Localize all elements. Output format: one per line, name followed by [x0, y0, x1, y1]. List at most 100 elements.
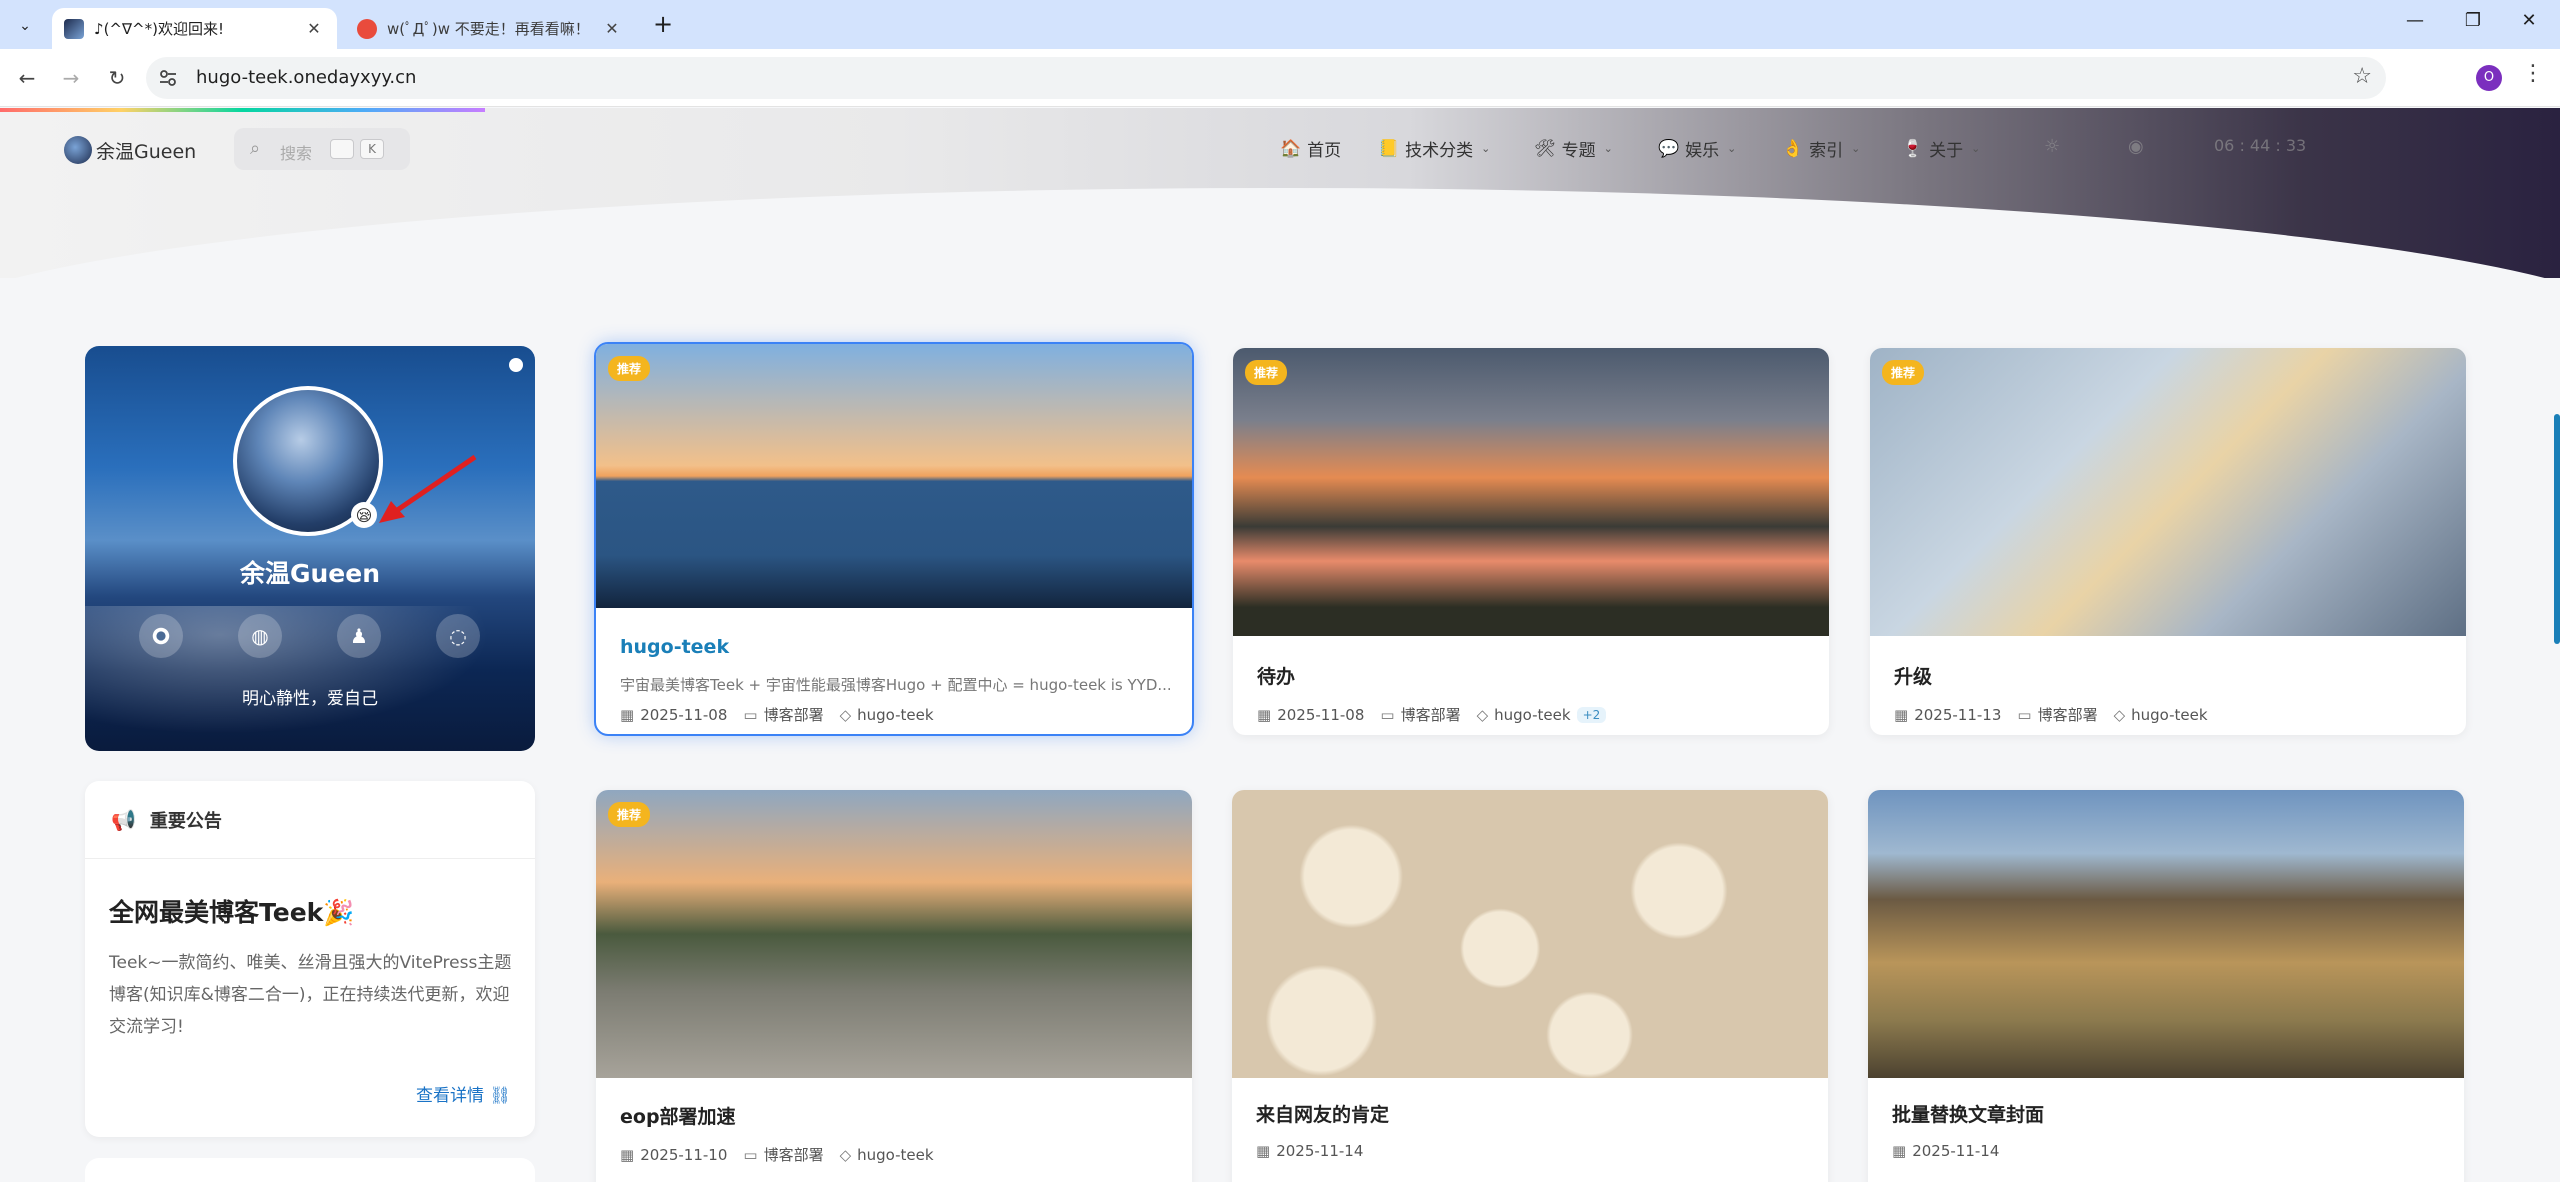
post-title[interactable]: 来自网友的肯定 [1256, 1100, 1389, 1127]
address-bar: ← → ↻ hugo-teek.onedayxyy.cn ☆ O ⋮ [0, 49, 2560, 107]
github-icon[interactable] [139, 614, 183, 658]
announcement-body: Teek~一款简约、唯美、丝滑且强大的VitePress主题博客(知识库&博客二… [109, 953, 512, 1037]
nav-item-about[interactable]: 🍷 关于 ⌄ [1902, 136, 1980, 162]
post-category[interactable]: 博客部署 [1401, 704, 1461, 725]
restore-icon[interactable]: ❐ [2450, 10, 2496, 31]
nav-item-fun[interactable]: 💬 娱乐 ⌄ [1658, 136, 1736, 162]
chevron-down-icon: ⌄ [1481, 142, 1491, 155]
dribbble-icon[interactable]: ◍ [238, 614, 282, 658]
browser-menu-icon[interactable]: ⋮ [2522, 61, 2544, 86]
post-excerpt: 宇宙最美博客Teek + 宇宙性能最强博客Hugo + 配置中心 = hugo-… [620, 676, 1170, 694]
profile-name: 余温Gueen [239, 559, 381, 588]
post-tag[interactable]: hugo-teek [857, 1146, 933, 1164]
site-logo[interactable]: 余温Gueen [64, 136, 196, 164]
post-card[interactable]: 推荐 hugo-teek 宇宙最美博客Teek + 宇宙性能最强博客Hugo +… [594, 342, 1194, 736]
calendar-icon: ▦ [1256, 1142, 1271, 1160]
scrollbar-thumb[interactable] [2554, 414, 2560, 644]
tag-icon: ◇ [839, 705, 852, 724]
close-tab-icon[interactable]: ✕ [303, 18, 325, 40]
post-title[interactable]: 批量替换文章封面 [1892, 1100, 2044, 1127]
profile-avatar[interactable]: O [2476, 65, 2502, 91]
post-card[interactable]: 推荐 升级 ▦ 2025-11-13 ▭ 博客部署 ◇ hugo-teek [1870, 348, 2466, 735]
bookmark-star-icon[interactable]: ☆ [2352, 64, 2372, 89]
ok-hand-icon: 👌 [1782, 138, 1804, 159]
post-tag[interactable]: hugo-teek [857, 706, 933, 724]
post-date: 2025-11-08 [1277, 705, 1365, 724]
post-meta: ▦ 2025-11-14 [1256, 1142, 1379, 1160]
post-meta: ▦ 2025-11-08 ▭ 博客部署 ◇ hugo-teek [620, 704, 950, 725]
more-tags-badge[interactable]: +2 [1576, 706, 1607, 723]
post-title[interactable]: 升级 [1894, 662, 1932, 689]
post-cover-image: 推荐 [596, 344, 1192, 608]
reload-icon[interactable]: ↻ [102, 64, 132, 94]
view-details-link[interactable]: 查看详情 ⛓ [416, 1081, 511, 1106]
forward-icon[interactable]: → [56, 64, 86, 94]
folder-icon: ▭ [743, 1145, 758, 1164]
nav-item-topics[interactable]: 🛠 专题 ⌄ [1534, 136, 1613, 162]
close-tab-icon[interactable]: ✕ [601, 18, 623, 40]
post-title[interactable]: 待办 [1257, 662, 1295, 689]
post-category[interactable]: 博客部署 [2038, 704, 2098, 725]
post-tag[interactable]: hugo-teek [1494, 706, 1570, 724]
url-text: hugo-teek.onedayxyy.cn [196, 67, 417, 88]
post-cover-image: 推荐 [596, 790, 1192, 1078]
recommend-badge: 推荐 [608, 356, 651, 381]
post-cover-image: 推荐 [1870, 348, 2466, 636]
post-meta: ▦ 2025-11-13 ▭ 博客部署 ◇ hugo-teek [1894, 704, 2224, 725]
url-field[interactable]: hugo-teek.onedayxyy.cn ☆ [146, 57, 2386, 99]
back-icon[interactable]: ← [12, 64, 42, 94]
minimize-icon[interactable]: — [2392, 10, 2438, 31]
tab-search-button[interactable]: ⌄ [10, 11, 40, 41]
recommend-badge: 推荐 [608, 802, 651, 827]
chevron-down-icon: ⌄ [1603, 142, 1613, 155]
close-window-icon[interactable]: ✕ [2506, 10, 2552, 31]
nav-label: 专题 [1561, 141, 1596, 161]
calendar-icon: ▦ [620, 705, 635, 724]
shortcut-key-1 [330, 139, 354, 159]
post-category[interactable]: 博客部署 [764, 1144, 824, 1165]
avatar[interactable]: 😪 [233, 386, 383, 536]
view-details-label: 查看详情 [416, 1086, 484, 1106]
shortcut-key-2: K [360, 139, 384, 159]
link-icon: ⛓ [489, 1086, 511, 1106]
announcement-header-label: 重要公告 [149, 810, 222, 832]
nav-item-tech[interactable]: 📒 技术分类 ⌄ [1378, 136, 1491, 162]
tag-icon: ◇ [1476, 705, 1489, 724]
search-input[interactable]: ⌕ 搜索 K [234, 128, 410, 170]
tab-dont-leave[interactable]: w(ﾟДﾟ)w 不要走！再看看嘛！ ✕ [345, 8, 635, 49]
pet-icon[interactable] [509, 358, 523, 372]
nav-label: 关于 [1929, 141, 1964, 161]
social-links: ◍ ♟ ◌ [85, 614, 535, 660]
post-meta: ▦ 2025-11-14 [1892, 1142, 2015, 1160]
post-title[interactable]: hugo-teek [620, 636, 729, 658]
tab-welcome[interactable]: ♪(^∇^*)欢迎回来! ✕ [52, 8, 337, 49]
post-card[interactable]: 来自网友的肯定 ▦ 2025-11-14 [1232, 790, 1828, 1182]
post-tag[interactable]: hugo-teek [2131, 706, 2207, 724]
theme-toggle-icon[interactable]: ☼ [2044, 136, 2060, 157]
post-title[interactable]: eop部署加速 [620, 1102, 736, 1129]
tag-icon: ◇ [2113, 705, 2126, 724]
post-card[interactable]: 推荐 待办 ▦ 2025-11-08 ▭ 博客部署 ◇ hugo-teek +2 [1233, 348, 1829, 735]
tab-title: ♪(^∇^*)欢迎回来! [94, 20, 224, 38]
red-arrow-annotation [379, 454, 477, 523]
github-nav-icon[interactable]: ◉ [2128, 136, 2144, 157]
post-card[interactable]: 推荐 eop部署加速 ▦ 2025-11-10 ▭ 博客部署 ◇ hugo-teek [596, 790, 1192, 1182]
site-favicon-icon [357, 18, 377, 39]
site-navbar: 余温Gueen ⌕ 搜索 K 🏠 首页 📒 技术分类 ⌄ 🛠 专题 ⌄ 💬 娱乐… [0, 108, 2560, 190]
new-tab-button[interactable]: + [648, 10, 678, 40]
post-meta: ▦ 2025-11-10 ▭ 博客部署 ◇ hugo-teek [620, 1144, 950, 1165]
reading-progress-bar [0, 108, 485, 112]
post-date: 2025-11-10 [640, 1145, 728, 1164]
post-card[interactable]: 批量替换文章封面 ▦ 2025-11-14 [1868, 790, 2464, 1182]
nav-item-home[interactable]: 🏠 首页 [1280, 136, 1341, 162]
chat-bubble-icon: 💬 [1658, 138, 1680, 159]
announcement-header: 📢 重要公告 [85, 781, 535, 859]
qq-icon[interactable]: ♟ [337, 614, 381, 658]
recommend-badge: 推荐 [1882, 360, 1925, 385]
post-category[interactable]: 博客部署 [764, 704, 824, 725]
site-info-icon[interactable] [158, 68, 178, 88]
wechat-icon[interactable]: ◌ [436, 614, 480, 658]
folder-icon: ▭ [743, 705, 758, 724]
nav-item-index[interactable]: 👌 索引 ⌄ [1782, 136, 1860, 162]
post-meta: ▦ 2025-11-08 ▭ 博客部署 ◇ hugo-teek +2 [1257, 704, 1622, 725]
